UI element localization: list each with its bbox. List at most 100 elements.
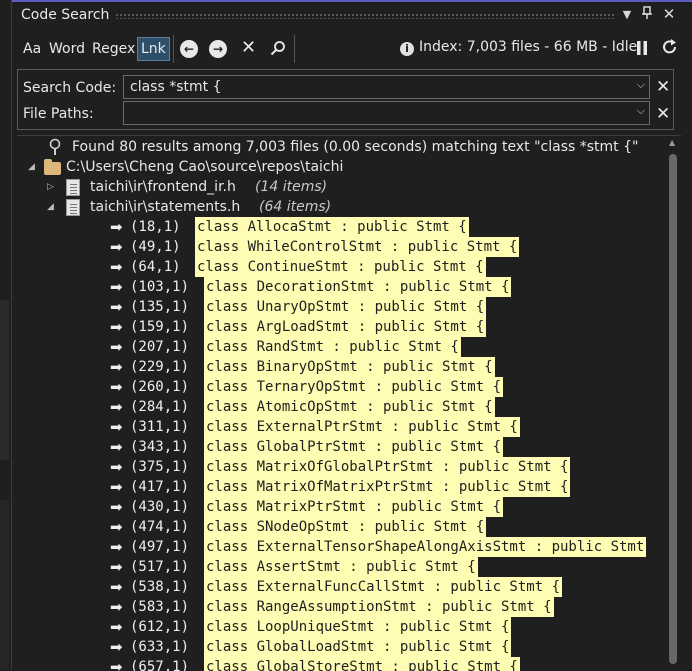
- regex-toggle[interactable]: Regex: [92, 38, 135, 60]
- file-paths-input[interactable]: ⌵: [123, 101, 650, 125]
- match-row[interactable]: ➡ (229,1) class BinaryOpStmt : public Stmt…: [110, 357, 680, 377]
- index-status-text: Index: 7,003 files - 66 MB - Idle: [419, 39, 638, 55]
- match-row[interactable]: ➡ (583,1) class RangeAssumptionStmt : publ…: [110, 597, 680, 617]
- drag-grip[interactable]: [115, 13, 615, 19]
- arrow-right-icon[interactable]: →: [209, 40, 227, 58]
- chevron-down-icon[interactable]: ⌵: [637, 104, 645, 118]
- arrow-right-icon: ➡: [110, 318, 123, 336]
- arrow-right-icon: ➡: [110, 518, 123, 536]
- match-position: (159,1): [130, 319, 190, 335]
- match-position: (497,1): [130, 539, 190, 555]
- match-position: (207,1): [130, 339, 190, 355]
- match-position: (417,1): [130, 479, 190, 495]
- close-icon[interactable]: ✕: [660, 5, 678, 23]
- match-row[interactable]: ➡ (375,1) class MatrixOfGlobalPtrStmt : pu…: [110, 457, 680, 477]
- match-code: class BinaryOpStmt : public Stmt {: [204, 357, 495, 377]
- close-icon[interactable]: ✕: [656, 104, 670, 124]
- match-code: class GlobalPtrStmt : public Stmt {: [204, 437, 504, 457]
- match-code: class RandStmt : public Stmt {: [204, 337, 461, 357]
- arrow-right-icon: ➡: [110, 498, 123, 516]
- arrow-right-icon: ➡: [110, 578, 123, 596]
- match-row[interactable]: ➡ (260,1) class TernaryOpStmt : public Stm…: [110, 377, 680, 397]
- match-position: (103,1): [130, 279, 190, 295]
- match-row[interactable]: ➡ (343,1) class GlobalPtrStmt : public Stm…: [110, 437, 680, 457]
- match-row[interactable]: ➡ (207,1) class RandStmt : public Stmt {: [110, 337, 680, 357]
- arrow-right-icon: ➡: [110, 358, 123, 376]
- match-row[interactable]: ➡ (49,1) class WhileControlStmt : public S…: [110, 237, 680, 257]
- match-code: class MatrixOfMatrixPtrStmt : public Stm…: [204, 477, 571, 497]
- match-position: (343,1): [130, 439, 190, 455]
- root-folder-row[interactable]: ◢ C:\Users\Cheng Cao\source\repos\taichi: [28, 157, 668, 177]
- clear-icon[interactable]: ✕: [241, 37, 256, 58]
- file-item-count: (64 items): [259, 199, 332, 215]
- match-row[interactable]: ➡ (517,1) class AssertStmt : public Stmt {: [110, 557, 680, 577]
- match-position: (49,1): [130, 239, 181, 255]
- match-code: class MatrixOfGlobalPtrStmt : public Stm…: [204, 457, 571, 477]
- left-panel-block: [0, 300, 9, 460]
- search-icon[interactable]: [270, 40, 286, 60]
- match-position: (64,1): [130, 259, 181, 275]
- pin-icon[interactable]: [638, 6, 656, 24]
- match-row[interactable]: ➡ (311,1) class ExternalPtrStmt : public S…: [110, 417, 680, 437]
- match-code: class ContinueStmt : public Stmt {: [195, 257, 486, 277]
- match-code: class AtomicOpStmt : public Stmt {: [204, 397, 495, 417]
- match-position: (612,1): [130, 619, 190, 635]
- match-row[interactable]: ➡ (633,1) class GlobalLoadStmt : public St…: [110, 637, 680, 657]
- match-row[interactable]: ➡ (18,1) class AllocaStmt : public Stmt {: [110, 217, 680, 237]
- expanded-triangle-icon[interactable]: ◢: [47, 197, 54, 217]
- match-code: class ExternalTensorShapeAlongAxisStmt :…: [204, 537, 647, 557]
- match-position: (284,1): [130, 399, 190, 415]
- match-row[interactable]: ➡ (135,1) class UnaryOpStmt : public Stmt …: [110, 297, 680, 317]
- whole-word-toggle[interactable]: Word: [49, 38, 85, 60]
- match-position: (18,1): [130, 219, 181, 235]
- document-icon: [66, 199, 80, 216]
- arrow-right-icon: ➡: [110, 458, 123, 476]
- match-position: (430,1): [130, 499, 190, 515]
- match-row[interactable]: ➡ (497,1) class ExternalTensorShapeAlongAx…: [110, 537, 680, 557]
- file-row[interactable]: ▷ taichi\ir\frontend_ir.h (14 items): [47, 177, 667, 197]
- match-position: (375,1): [130, 459, 190, 475]
- match-row[interactable]: ➡ (474,1) class SNodeOpStmt : public Stmt …: [110, 517, 680, 537]
- refresh-icon[interactable]: [661, 38, 679, 60]
- match-row[interactable]: ➡ (64,1) class ContinueStmt : public Stmt …: [110, 257, 680, 277]
- match-position: (229,1): [130, 359, 190, 375]
- collapsed-triangle-icon[interactable]: ▷: [47, 177, 54, 197]
- chevron-down-icon[interactable]: ▼: [618, 8, 636, 21]
- match-code: class DecorationStmt : public Stmt {: [204, 277, 512, 297]
- pause-icon[interactable]: [635, 40, 649, 60]
- file-row[interactable]: ◢ taichi\ir\statements.h (64 items): [47, 197, 667, 217]
- lnk-toggle[interactable]: Lnk: [137, 37, 170, 61]
- match-row[interactable]: ➡ (538,1) class ExternalFuncCallStmt : pub…: [110, 577, 680, 597]
- match-case-toggle[interactable]: Aa: [23, 38, 41, 60]
- panel-title: Code Search: [21, 7, 110, 23]
- match-row[interactable]: ➡ (159,1) class ArgLoadStmt : public Stmt …: [110, 317, 680, 337]
- match-code: class TernaryOpStmt : public Stmt {: [204, 377, 504, 397]
- match-row[interactable]: ➡ (417,1) class MatrixOfMatrixPtrStmt : pu…: [110, 477, 680, 497]
- search-code-input[interactable]: class *stmt { ⌵: [123, 75, 650, 99]
- scroll-up-icon[interactable]: ▲: [669, 138, 675, 147]
- arrow-left-icon[interactable]: ←: [180, 40, 198, 58]
- expanded-triangle-icon[interactable]: ◢: [28, 157, 35, 177]
- match-row[interactable]: ➡ (103,1) class DecorationStmt : public St…: [110, 277, 680, 297]
- toolbar-separator: [173, 35, 174, 63]
- match-row[interactable]: ➡ (612,1) class LoopUniqueStmt : public St…: [110, 617, 680, 637]
- match-row[interactable]: ➡ (657,1) class GlobalStoreStmt : public S…: [110, 657, 680, 671]
- results-scrollbar[interactable]: ▲: [667, 136, 679, 670]
- toolbar-separator: [294, 35, 295, 63]
- match-position: (260,1): [130, 379, 190, 395]
- arrow-right-icon: ➡: [110, 598, 123, 616]
- left-panel-block: [0, 500, 9, 670]
- match-row[interactable]: ➡ (284,1) class AtomicOpStmt : public Stmt…: [110, 397, 680, 417]
- chevron-down-icon[interactable]: ⌵: [637, 78, 645, 92]
- arrow-right-icon: ➡: [110, 338, 123, 356]
- match-row[interactable]: ➡ (430,1) class MatrixPtrStmt : public Stm…: [110, 497, 680, 517]
- close-icon[interactable]: ✕: [656, 77, 670, 97]
- arrow-right-icon: ➡: [110, 658, 123, 671]
- arrow-right-icon: ➡: [110, 238, 123, 256]
- folder-icon: [44, 159, 61, 175]
- match-code: class UnaryOpStmt : public Stmt {: [204, 297, 487, 317]
- scrollbar-thumb[interactable]: [669, 154, 677, 664]
- match-position: (135,1): [130, 299, 190, 315]
- arrow-right-icon: ➡: [110, 298, 123, 316]
- search-code-value: class *stmt {: [130, 79, 222, 95]
